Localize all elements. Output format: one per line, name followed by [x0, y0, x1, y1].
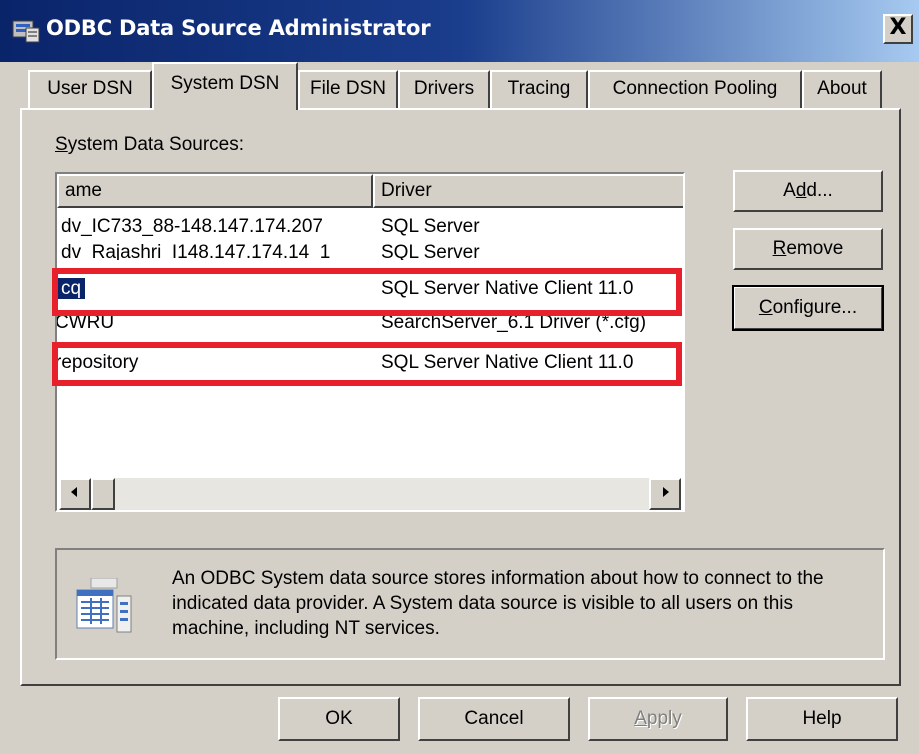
- tab-system-dsn[interactable]: System DSN: [152, 62, 298, 110]
- ok-button[interactable]: OK: [278, 697, 400, 741]
- window-title: ODBC Data Source Administrator: [46, 16, 431, 40]
- arrow-left-icon: [71, 487, 77, 497]
- configure-button[interactable]: Configure...: [732, 285, 884, 331]
- tab-drivers[interactable]: Drivers: [398, 70, 490, 108]
- dsn-driver: SQL Server: [381, 216, 480, 237]
- tab-tracing[interactable]: Tracing: [490, 70, 588, 108]
- info-text: An ODBC System data source stores inform…: [172, 568, 824, 639]
- list-item[interactable]: dv_Rajashri_I148.147.174.14_1 SQL Server: [57, 242, 683, 260]
- tab-about[interactable]: About: [802, 70, 882, 108]
- remove-button[interactable]: Remove: [733, 228, 883, 270]
- help-button[interactable]: Help: [746, 697, 898, 741]
- dsn-name: dv_Rajashri_I148.147.174.14_1: [61, 242, 331, 260]
- odbc-datasource-icon: [76, 578, 132, 633]
- arrow-right-icon: [663, 487, 669, 497]
- tab-connection-pooling[interactable]: Connection Pooling: [588, 70, 802, 108]
- scrollbar-thumb[interactable]: [91, 478, 115, 510]
- column-header-driver[interactable]: Driver: [373, 174, 683, 208]
- column-header-name[interactable]: ame: [57, 174, 373, 208]
- list-item[interactable]: dv_IC733_88-148.147.174.207 SQL Server: [57, 212, 683, 242]
- tab-file-dsn[interactable]: File DSN: [298, 70, 398, 108]
- scroll-right-button[interactable]: [649, 478, 681, 510]
- odbc-app-icon: [12, 20, 40, 43]
- dsn-name: dv_IC733_88-148.147.174.207: [61, 216, 324, 237]
- label-mnemonic: S: [55, 134, 68, 155]
- horizontal-scrollbar[interactable]: [59, 478, 681, 510]
- label-text: ystem Data Sources:: [67, 134, 245, 155]
- scroll-left-button[interactable]: [59, 478, 91, 510]
- highlight-box-cq: [52, 268, 682, 316]
- close-button[interactable]: X: [883, 14, 913, 44]
- add-button[interactable]: Add...: [733, 170, 883, 212]
- apply-button[interactable]: Apply: [588, 697, 728, 741]
- cancel-button[interactable]: Cancel: [418, 697, 570, 741]
- dsn-driver: SQL Server: [381, 242, 480, 260]
- tab-user-dsn[interactable]: User DSN: [28, 70, 152, 108]
- highlight-box-repository: [52, 342, 682, 386]
- system-data-sources-label: System Data Sources:: [55, 134, 244, 156]
